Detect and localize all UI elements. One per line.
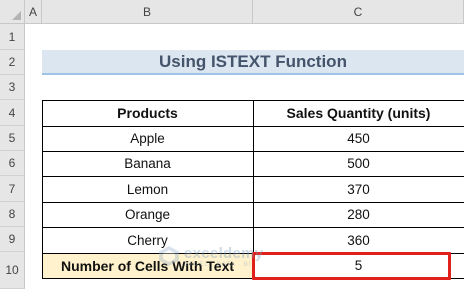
- watermark-tagline: EXCEL · DATA · BI: [184, 261, 252, 268]
- table-row-divider: [42, 176, 464, 177]
- watermark-text-block: exceldemy EXCEL · DATA · BI: [184, 245, 263, 268]
- row-header-8[interactable]: 8: [0, 202, 25, 227]
- watermark-name: exceldemy: [184, 244, 264, 262]
- row-header-9[interactable]: 9: [0, 227, 25, 252]
- row-header-3[interactable]: 3: [0, 75, 25, 100]
- table-row-divider: [42, 227, 464, 228]
- column-header-a[interactable]: A: [25, 0, 42, 24]
- row-header-1[interactable]: 1: [0, 24, 25, 50]
- column-header-c[interactable]: C: [253, 0, 464, 24]
- select-all-triangle-icon: [12, 11, 21, 20]
- row-header-5[interactable]: 5: [0, 126, 25, 151]
- sheet-title[interactable]: Using ISTEXT Function: [42, 49, 464, 74]
- row-header-7[interactable]: 7: [0, 176, 25, 202]
- table-row-divider: [42, 126, 464, 127]
- watermark: exceldemy EXCEL · DATA · BI: [158, 238, 308, 274]
- table-row-divider: [42, 151, 464, 152]
- row-header-6[interactable]: 6: [0, 151, 25, 176]
- table-row-divider: [42, 202, 464, 203]
- row-header-4[interactable]: 4: [0, 100, 25, 126]
- select-all-corner[interactable]: [0, 0, 25, 24]
- watermark-logo-icon: [159, 246, 179, 266]
- row-header-10[interactable]: 10: [0, 252, 25, 289]
- row-header-2[interactable]: 2: [0, 50, 25, 75]
- column-header-b[interactable]: B: [42, 0, 253, 24]
